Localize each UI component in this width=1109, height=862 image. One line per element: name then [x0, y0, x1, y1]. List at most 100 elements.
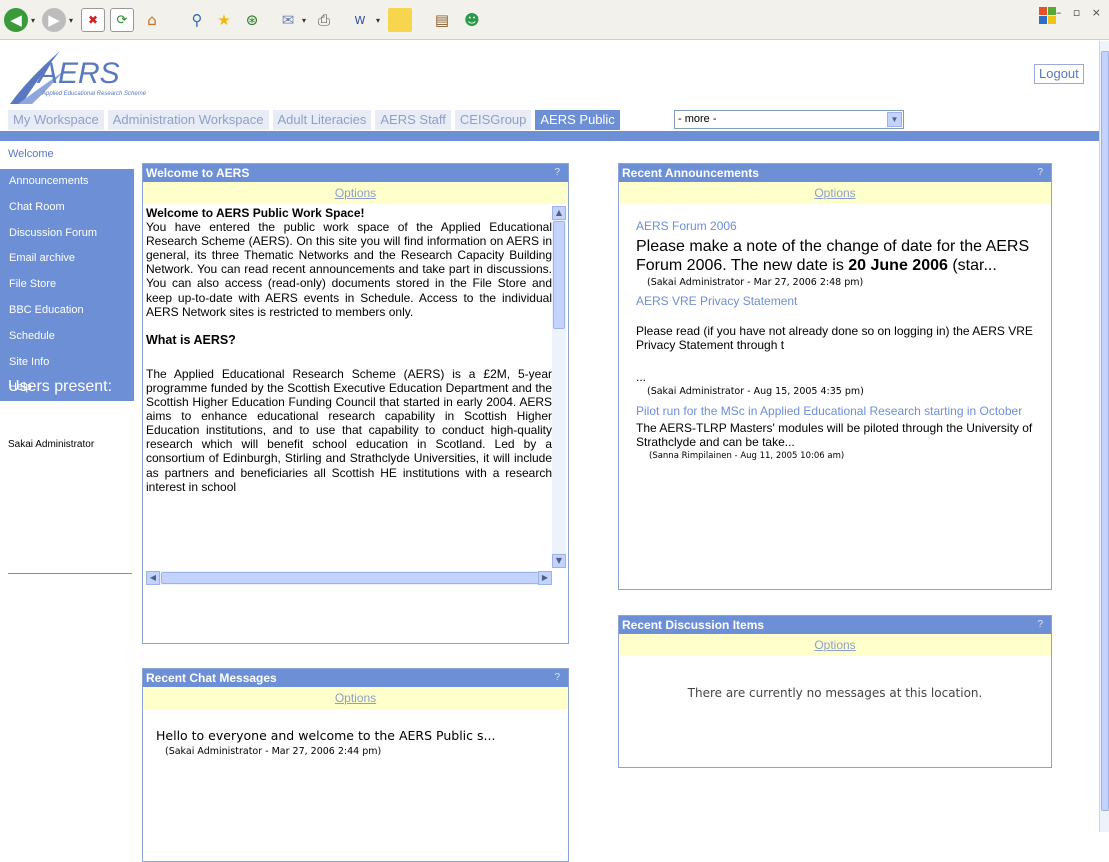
users-present-title: Users present:: [8, 378, 113, 395]
announcement-body-more: (star...: [947, 257, 997, 274]
content-scrollbar-thumb[interactable]: [553, 221, 565, 329]
welcome-portlet: Welcome to AERS ? Options Welcome to AER…: [142, 163, 569, 644]
help-icon[interactable]: ?: [1037, 616, 1043, 634]
search-icon[interactable]: ⚲: [185, 8, 209, 32]
tab-ceisgroup[interactable]: CEISGroup: [454, 110, 532, 130]
announcement-meta: (Sakai Administrator - Mar 27, 2006 2:48…: [647, 277, 864, 288]
header-divider: [0, 131, 1099, 141]
chat-message: Hello to everyone and welcome to the AER…: [156, 728, 496, 743]
sidebar-divider: [8, 573, 132, 574]
announcement-title[interactable]: Pilot run for the MSc in Applied Educati…: [619, 403, 1051, 419]
sidebar-item-welcome[interactable]: Welcome: [8, 148, 54, 160]
forward-dropdown-icon[interactable]: ▾: [69, 16, 73, 25]
tab-my-workspace[interactable]: My Workspace: [8, 110, 104, 130]
announcement-meta: (Sanna Rimpilainen - Aug 11, 2005 10:06 …: [649, 451, 845, 461]
research-icon[interactable]: ▤: [430, 8, 454, 32]
scroll-up-icon[interactable]: ▲: [552, 206, 566, 220]
sidebar-item-discussion-forum[interactable]: Discussion Forum: [0, 221, 134, 247]
portlet-header: Welcome to AERS ?: [143, 164, 568, 182]
messenger-icon[interactable]: ☻: [460, 8, 484, 32]
options-link[interactable]: Options: [814, 186, 855, 200]
announcement-ellipsis: ...: [636, 370, 647, 384]
options-link[interactable]: Options: [335, 691, 376, 705]
page: AERS Applied Educational Research Scheme…: [0, 41, 1099, 862]
what-is-aers-body: The Applied Educational Research Scheme …: [146, 366, 552, 494]
browser-toolbar: ◀ ▾ ▶ ▾ ✖ ⟳ ⌂ ⚲ ★ ⊛ ✉ ▾ ⎙ W ▾ ▤ ☻ – ▫ ×: [0, 0, 1109, 40]
page-scrollbar[interactable]: [1099, 41, 1109, 832]
scroll-right-icon[interactable]: ▶: [538, 571, 552, 585]
more-sites-select[interactable]: - more - ▼: [674, 110, 904, 129]
history-icon[interactable]: ⊛: [240, 8, 264, 32]
options-bar: Options: [143, 182, 568, 204]
scroll-down-icon[interactable]: ▼: [552, 554, 566, 568]
chat-portlet: Recent Chat Messages ? Options Hello to …: [142, 668, 569, 862]
sidebar-item-email-archive[interactable]: Email archive: [0, 246, 134, 272]
home-icon[interactable]: ⌂: [140, 8, 164, 32]
refresh-icon[interactable]: ⟳: [110, 8, 134, 32]
empty-message: There are currently no messages at this …: [687, 686, 983, 700]
logout-button[interactable]: Logout: [1034, 64, 1084, 84]
sidebar-item-bbc-education[interactable]: BBC Education: [0, 298, 134, 324]
portlet-header: Recent Discussion Items ?: [619, 616, 1051, 634]
announcement-body: Please read (if you have not already don…: [636, 324, 1033, 352]
window-controls[interactable]: – ▫ ×: [1056, 6, 1105, 19]
favorites-icon[interactable]: ★: [212, 8, 236, 32]
scroll-left-icon[interactable]: ◀: [146, 571, 160, 585]
announcement-body: Please make a note of the change of date…: [619, 233, 1051, 275]
tab-adult-literacies[interactable]: Adult Literacies: [272, 110, 372, 130]
tab-aers-public[interactable]: AERS Public: [535, 110, 620, 130]
back-icon[interactable]: ◀: [4, 8, 28, 32]
announcement-body-date: 20 June 2006: [848, 257, 948, 274]
sidebar-nav: Announcements Chat Room Discussion Forum…: [0, 169, 134, 401]
announcements-portlet: Recent Announcements ? Options AERS Foru…: [618, 163, 1052, 590]
options-bar: Options: [143, 687, 568, 709]
page-scrollbar-thumb[interactable]: [1101, 51, 1109, 811]
forward-icon[interactable]: ▶: [42, 8, 66, 32]
what-is-aers-heading: What is AERS?: [146, 332, 236, 347]
options-bar: Options: [619, 182, 1051, 204]
help-icon[interactable]: ?: [1037, 164, 1043, 182]
content-horizontal-scrollbar[interactable]: ◀ ▶: [146, 571, 552, 585]
edit-dropdown-icon[interactable]: ▾: [376, 16, 380, 25]
portlet-title: Recent Chat Messages: [146, 671, 277, 685]
tab-administration-workspace[interactable]: Administration Workspace: [107, 110, 269, 130]
print-icon[interactable]: ⎙: [312, 8, 336, 32]
sidebar-item-chat-room[interactable]: Chat Room: [0, 195, 134, 221]
portlet-title: Welcome to AERS: [146, 166, 250, 180]
back-dropdown-icon[interactable]: ▾: [31, 16, 35, 25]
user-present-name: Sakai Administrator: [8, 439, 95, 450]
site-tabs: My Workspace Administration Workspace Ad…: [8, 110, 620, 130]
sidebar-item-announcements[interactable]: Announcements: [0, 169, 134, 195]
portlet-header: Recent Announcements ?: [619, 164, 1051, 182]
options-link[interactable]: Options: [335, 186, 376, 200]
content-vertical-scrollbar[interactable]: ▲ ▼: [552, 206, 566, 568]
sidebar-item-site-info[interactable]: Site Info: [0, 350, 134, 376]
mail-icon[interactable]: ✉: [276, 8, 300, 32]
edit-icon[interactable]: W: [348, 8, 372, 32]
sidebar-item-schedule[interactable]: Schedule: [0, 324, 134, 350]
help-icon[interactable]: ?: [554, 669, 560, 687]
announcement-meta: (Sakai Administrator - Aug 15, 2005 4:35…: [647, 386, 864, 397]
mail-dropdown-icon[interactable]: ▾: [302, 16, 306, 25]
portlet-header: Recent Chat Messages ?: [143, 669, 568, 687]
logo-text: AERS: [36, 57, 120, 90]
tab-aers-staff[interactable]: AERS Staff: [375, 110, 451, 130]
announcement-title[interactable]: AERS VRE Privacy Statement: [619, 294, 1051, 308]
options-bar: Options: [619, 634, 1051, 656]
more-sites-select-value: - more -: [678, 113, 717, 125]
welcome-heading: Welcome to AERS Public Work Space!: [146, 206, 365, 220]
help-icon[interactable]: ?: [554, 164, 560, 182]
logo-subtitle: Applied Educational Research Scheme: [41, 91, 147, 97]
sidebar-item-file-store[interactable]: File Store: [0, 272, 134, 298]
welcome-intro: You have entered the public work space o…: [146, 220, 552, 319]
portlet-title: Recent Announcements: [622, 166, 759, 180]
announcement-body: The AERS-TLRP Masters' modules will be p…: [636, 421, 1033, 449]
stop-icon[interactable]: ✖: [81, 8, 105, 32]
announcement-title[interactable]: AERS Forum 2006: [619, 219, 1051, 233]
aers-logo: AERS Applied Educational Research Scheme: [10, 51, 147, 104]
options-link[interactable]: Options: [814, 638, 855, 652]
notes-icon[interactable]: [388, 8, 412, 32]
chevron-down-icon[interactable]: ▼: [887, 112, 902, 127]
content-hscrollbar-thumb[interactable]: [161, 572, 541, 584]
welcome-content: Welcome to AERS Public Work Space! You h…: [146, 206, 552, 568]
